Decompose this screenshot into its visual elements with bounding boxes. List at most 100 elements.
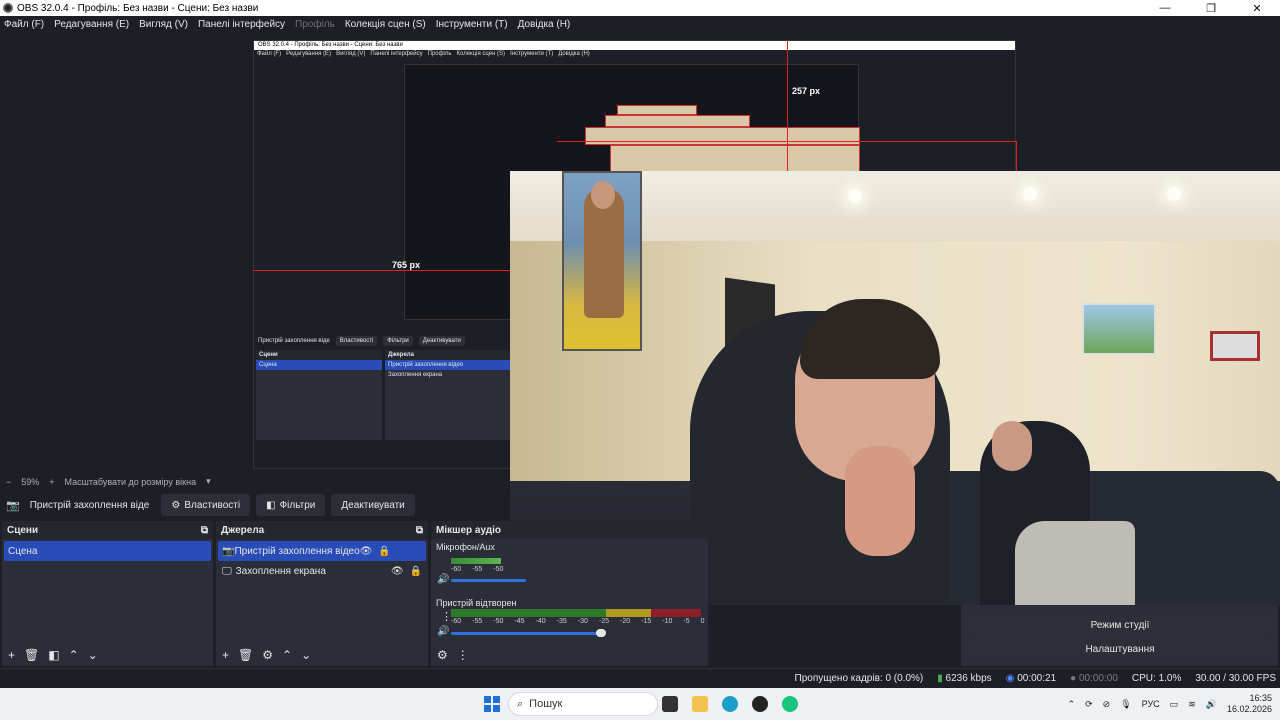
guide-label-top: 257 px <box>792 86 821 96</box>
remove-scene-icon[interactable]: 🗑 <box>24 648 39 662</box>
scenes-dock: Сцени ⧉ Сцена + 🗑 ◧ ⌃ ⌄ <box>2 521 213 666</box>
mic-ticks: -60 -55 -50 <box>451 566 504 573</box>
eye-icon[interactable]: 👁 <box>391 566 404 577</box>
nested-menu-bar: Файл (F) Редагування (E) Вигляд (V) Панелі … <box>257 51 590 57</box>
desktop-volume-meter <box>451 609 701 617</box>
menu-view[interactable]: Вигляд (V) <box>139 19 188 30</box>
gear-icon: ⚙ <box>171 499 181 511</box>
deactivate-button[interactable]: Деактивувати <box>331 494 415 516</box>
scenes-header: Сцени <box>7 524 39 536</box>
volume-icon[interactable]: 🔊 <box>1206 699 1217 710</box>
zoom-bar: − 59% + Масштабувати до розміру вікна ▾ <box>0 474 510 489</box>
selected-source-name: Пристрій захоплення віде <box>29 499 150 511</box>
zoom-fit-label[interactable]: Масштабувати до розміру вікна <box>65 477 197 487</box>
guide-line-right <box>1016 141 1017 171</box>
settings-button[interactable]: Налаштування <box>966 638 1274 660</box>
guide-label-left: 765 px <box>392 260 421 270</box>
menu-profile[interactable]: Профіль <box>295 19 335 30</box>
tray-mic-icon[interactable]: 🎙 <box>1120 699 1131 710</box>
menu-edit[interactable]: Редагування (E) <box>54 19 129 30</box>
stream-icon: ◉ <box>1005 673 1015 684</box>
taskbar-search[interactable]: ⌕ Пошук <box>508 692 658 716</box>
mic-volume-meter <box>451 558 501 564</box>
filters-button[interactable]: ◧ Фільтри <box>256 494 326 516</box>
zoom-in-button[interactable]: + <box>49 477 54 487</box>
status-bar: Пропущено кадрів: 0 (0.0%) ▮ 6236 kbps ◉… <box>0 668 1280 688</box>
sources-dock: Джерела ⧉ 📷Пристрій захоплення відео 👁 🔒… <box>216 521 428 666</box>
lock-icon[interactable]: 🔒 <box>378 546 390 557</box>
fps-readout: 30.00 / 30.00 FPS <box>1195 673 1276 684</box>
zoom-dropdown-icon[interactable]: ▾ <box>206 476 211 487</box>
properties-button[interactable]: ⚙ Властивості <box>161 494 251 516</box>
chatgpt-icon[interactable] <box>782 696 798 712</box>
source-properties-icon[interactable]: ⚙ <box>262 648 273 662</box>
guide-line-vertical <box>787 40 788 171</box>
menu-tools[interactable]: Інструменти (T) <box>436 19 508 30</box>
studio-mode-button[interactable]: Режим студії <box>966 614 1274 636</box>
file-explorer-icon[interactable] <box>692 696 708 712</box>
move-down-icon[interactable]: ⌄ <box>88 648 98 662</box>
desktop-speaker-icon[interactable]: 🔊 <box>437 626 449 637</box>
minimize-icon[interactable]: — <box>1142 0 1188 16</box>
menu-docks[interactable]: Панелі інтерфейсу <box>198 19 285 30</box>
tray-overflow-icon[interactable]: ⌃ <box>1068 699 1076 710</box>
desktop-ticks: -60 -55 -50 -45 -40 -35 -30 -25 -20 -15 -10 -5 0 <box>451 618 705 625</box>
filter-icon: ◧ <box>266 499 276 511</box>
record-icon: ● <box>1070 673 1077 684</box>
obs-taskbar-icon[interactable] <box>752 696 768 712</box>
mic-volume-slider[interactable] <box>451 579 526 582</box>
source-toolbar: 📷 Пристрій захоплення віде ⚙ Властивості… <box>0 490 510 520</box>
source-item[interactable]: 🖵 Захоплення екрана 👁 🔒 <box>218 561 426 581</box>
scene-item[interactable]: Сцена <box>4 541 211 561</box>
close-icon[interactable]: ✕ <box>1234 0 1280 16</box>
lock-icon[interactable]: 🔒 <box>410 566 422 577</box>
cpu-usage: CPU: 1.0% <box>1131 673 1182 684</box>
restore-icon[interactable]: ❐ <box>1188 0 1234 16</box>
obs-logo-icon <box>3 3 13 13</box>
zoom-out-button[interactable]: − <box>6 477 11 487</box>
dropped-frames: Пропущено кадрів: 0 (0.0%) <box>794 673 924 684</box>
language-indicator[interactable]: РУС <box>1142 699 1160 709</box>
desktop-volume-slider[interactable] <box>451 632 601 635</box>
monitor-icon: 🖵 <box>222 565 232 577</box>
menu-file[interactable]: Файл (F) <box>4 19 44 30</box>
wall-painting <box>562 171 642 351</box>
window-title: OBS 32.0.4 - Профіль: Без назви - Сцени:… <box>17 2 259 14</box>
menu-scene-collection[interactable]: Колекція сцен (S) <box>345 19 426 30</box>
menu-help[interactable]: Довідка (H) <box>518 19 571 30</box>
mixer-settings-icon[interactable]: ⚙ <box>437 648 448 662</box>
tray-network-off-icon[interactable]: ⊘ <box>1103 699 1111 710</box>
audio-mixer-dock: Мікшер аудіо Мікрофон/Aux -60 -55 -50 🔊 Пр… <box>431 521 708 666</box>
remove-source-icon[interactable]: 🗑 <box>238 648 253 662</box>
mixer-menu-icon[interactable]: ⋮ <box>457 648 469 662</box>
move-up-icon[interactable]: ⌃ <box>282 648 292 662</box>
source-item[interactable]: 📷Пристрій захоплення відео 👁 🔒 <box>218 541 426 561</box>
scene-filters-icon[interactable]: ◧ <box>48 648 59 662</box>
taskbar-clock[interactable]: 16:35 16.02.2026 <box>1227 693 1272 715</box>
edge-icon[interactable] <box>722 696 738 712</box>
camera-icon: 📷 <box>222 545 235 557</box>
windows-taskbar: ⌕ Пошук ⌃ ⟳ ⊘ 🎙 РУС ▭ ≋ 🔊 16:35 16.02.20… <box>0 688 1280 720</box>
guide-line-top <box>557 141 1017 142</box>
dock-undock-icon[interactable]: ⧉ <box>201 525 208 536</box>
nested-window-title: OBS 32.0.4 - Профіль: Без назви - Сцени:… <box>254 41 1015 50</box>
system-tray: ⌃ ⟳ ⊘ 🎙 РУС ▭ ≋ 🔊 16:35 16.02.2026 <box>1068 688 1272 720</box>
move-up-icon[interactable]: ⌃ <box>69 648 79 662</box>
menu-bar: Файл (F) Редагування (E) Вигляд (V) Пане… <box>0 16 1280 33</box>
mic-speaker-icon[interactable]: 🔊 <box>437 574 449 585</box>
dock-undock-icon[interactable]: ⧉ <box>416 525 423 536</box>
desktop-volume-knob[interactable] <box>596 629 606 637</box>
move-down-icon[interactable]: ⌄ <box>301 648 311 662</box>
title-bar: OBS 32.0.4 - Профіль: Без назви - Сцени:… <box>0 0 1280 16</box>
tray-app-icon[interactable]: ⟳ <box>1085 699 1093 710</box>
task-view-icon[interactable] <box>662 696 678 712</box>
windows-start-icon[interactable] <box>484 696 500 712</box>
wifi-icon[interactable]: ≋ <box>1188 699 1196 710</box>
add-scene-icon[interactable]: + <box>8 648 15 662</box>
stream-time: ◉ 00:00:21 <box>1005 673 1057 684</box>
signal-bars-icon: ▮ <box>937 673 943 684</box>
add-source-icon[interactable]: + <box>222 648 229 662</box>
recording-time: ● 00:00:00 <box>1070 673 1118 684</box>
eye-icon[interactable]: 👁 <box>360 546 373 557</box>
display-icon[interactable]: ▭ <box>1170 699 1179 710</box>
